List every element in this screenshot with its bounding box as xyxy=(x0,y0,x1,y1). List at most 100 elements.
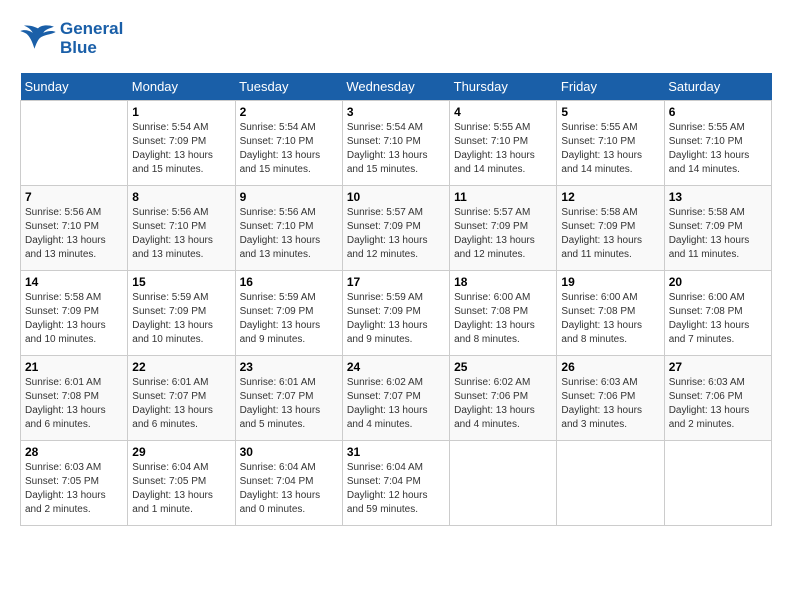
day-info: Sunrise: 5:54 AMSunset: 7:10 PMDaylight:… xyxy=(347,121,445,177)
day-info: Sunrise: 5:54 AMSunset: 7:10 PMDaylight:… xyxy=(240,121,338,177)
day-number: 27 xyxy=(669,360,767,374)
calendar-cell: 25 Sunrise: 6:02 AMSunset: 7:06 PMDaylig… xyxy=(450,356,557,441)
day-info: Sunrise: 6:02 AMSunset: 7:06 PMDaylight:… xyxy=(454,376,552,432)
day-number: 8 xyxy=(132,190,230,204)
weekday-header-row: SundayMondayTuesdayWednesdayThursdayFrid… xyxy=(21,73,772,101)
day-number: 5 xyxy=(561,105,659,119)
calendar-cell: 10 Sunrise: 5:57 AMSunset: 7:09 PMDaylig… xyxy=(342,186,449,271)
day-number: 1 xyxy=(132,105,230,119)
weekday-header-sunday: Sunday xyxy=(21,73,128,101)
weekday-header-tuesday: Tuesday xyxy=(235,73,342,101)
day-info: Sunrise: 5:56 AMSunset: 7:10 PMDaylight:… xyxy=(25,206,123,262)
day-number: 22 xyxy=(132,360,230,374)
calendar-cell: 22 Sunrise: 6:01 AMSunset: 7:07 PMDaylig… xyxy=(128,356,235,441)
day-info: Sunrise: 5:57 AMSunset: 7:09 PMDaylight:… xyxy=(454,206,552,262)
calendar-cell: 24 Sunrise: 6:02 AMSunset: 7:07 PMDaylig… xyxy=(342,356,449,441)
day-number: 25 xyxy=(454,360,552,374)
calendar-cell: 16 Sunrise: 5:59 AMSunset: 7:09 PMDaylig… xyxy=(235,271,342,356)
calendar-cell: 17 Sunrise: 5:59 AMSunset: 7:09 PMDaylig… xyxy=(342,271,449,356)
day-info: Sunrise: 5:59 AMSunset: 7:09 PMDaylight:… xyxy=(240,291,338,347)
calendar-cell: 23 Sunrise: 6:01 AMSunset: 7:07 PMDaylig… xyxy=(235,356,342,441)
day-number: 26 xyxy=(561,360,659,374)
calendar-cell: 14 Sunrise: 5:58 AMSunset: 7:09 PMDaylig… xyxy=(21,271,128,356)
week-row-4: 21 Sunrise: 6:01 AMSunset: 7:08 PMDaylig… xyxy=(21,356,772,441)
calendar-cell: 18 Sunrise: 6:00 AMSunset: 7:08 PMDaylig… xyxy=(450,271,557,356)
logo: General Blue xyxy=(20,20,123,57)
calendar-cell: 3 Sunrise: 5:54 AMSunset: 7:10 PMDayligh… xyxy=(342,101,449,186)
calendar-cell: 28 Sunrise: 6:03 AMSunset: 7:05 PMDaylig… xyxy=(21,441,128,526)
day-number: 16 xyxy=(240,275,338,289)
weekday-header-saturday: Saturday xyxy=(664,73,771,101)
page-header: General Blue xyxy=(20,20,772,57)
day-number: 23 xyxy=(240,360,338,374)
calendar-cell: 12 Sunrise: 5:58 AMSunset: 7:09 PMDaylig… xyxy=(557,186,664,271)
calendar-cell xyxy=(664,441,771,526)
week-row-5: 28 Sunrise: 6:03 AMSunset: 7:05 PMDaylig… xyxy=(21,441,772,526)
day-number: 3 xyxy=(347,105,445,119)
day-info: Sunrise: 5:55 AMSunset: 7:10 PMDaylight:… xyxy=(561,121,659,177)
day-number: 12 xyxy=(561,190,659,204)
day-info: Sunrise: 5:55 AMSunset: 7:10 PMDaylight:… xyxy=(669,121,767,177)
day-number: 31 xyxy=(347,445,445,459)
calendar-cell: 7 Sunrise: 5:56 AMSunset: 7:10 PMDayligh… xyxy=(21,186,128,271)
day-info: Sunrise: 5:59 AMSunset: 7:09 PMDaylight:… xyxy=(132,291,230,347)
weekday-header-thursday: Thursday xyxy=(450,73,557,101)
day-info: Sunrise: 6:02 AMSunset: 7:07 PMDaylight:… xyxy=(347,376,445,432)
day-number: 24 xyxy=(347,360,445,374)
day-number: 15 xyxy=(132,275,230,289)
day-number: 17 xyxy=(347,275,445,289)
day-info: Sunrise: 5:58 AMSunset: 7:09 PMDaylight:… xyxy=(561,206,659,262)
day-number: 30 xyxy=(240,445,338,459)
calendar-table: SundayMondayTuesdayWednesdayThursdayFrid… xyxy=(20,73,772,526)
weekday-header-monday: Monday xyxy=(128,73,235,101)
calendar-cell: 11 Sunrise: 5:57 AMSunset: 7:09 PMDaylig… xyxy=(450,186,557,271)
day-info: Sunrise: 6:01 AMSunset: 7:08 PMDaylight:… xyxy=(25,376,123,432)
calendar-cell: 8 Sunrise: 5:56 AMSunset: 7:10 PMDayligh… xyxy=(128,186,235,271)
day-info: Sunrise: 5:57 AMSunset: 7:09 PMDaylight:… xyxy=(347,206,445,262)
day-info: Sunrise: 6:00 AMSunset: 7:08 PMDaylight:… xyxy=(454,291,552,347)
calendar-cell: 4 Sunrise: 5:55 AMSunset: 7:10 PMDayligh… xyxy=(450,101,557,186)
day-info: Sunrise: 6:04 AMSunset: 7:04 PMDaylight:… xyxy=(240,461,338,517)
day-number: 10 xyxy=(347,190,445,204)
day-number: 21 xyxy=(25,360,123,374)
calendar-cell: 1 Sunrise: 5:54 AMSunset: 7:09 PMDayligh… xyxy=(128,101,235,186)
week-row-1: 1 Sunrise: 5:54 AMSunset: 7:09 PMDayligh… xyxy=(21,101,772,186)
day-number: 18 xyxy=(454,275,552,289)
day-info: Sunrise: 5:55 AMSunset: 7:10 PMDaylight:… xyxy=(454,121,552,177)
day-info: Sunrise: 6:03 AMSunset: 7:06 PMDaylight:… xyxy=(669,376,767,432)
day-number: 13 xyxy=(669,190,767,204)
calendar-cell xyxy=(450,441,557,526)
weekday-header-wednesday: Wednesday xyxy=(342,73,449,101)
calendar-cell: 21 Sunrise: 6:01 AMSunset: 7:08 PMDaylig… xyxy=(21,356,128,441)
day-number: 2 xyxy=(240,105,338,119)
day-info: Sunrise: 5:56 AMSunset: 7:10 PMDaylight:… xyxy=(240,206,338,262)
week-row-2: 7 Sunrise: 5:56 AMSunset: 7:10 PMDayligh… xyxy=(21,186,772,271)
logo-icon xyxy=(20,24,56,54)
day-info: Sunrise: 5:54 AMSunset: 7:09 PMDaylight:… xyxy=(132,121,230,177)
day-info: Sunrise: 6:03 AMSunset: 7:06 PMDaylight:… xyxy=(561,376,659,432)
calendar-cell: 27 Sunrise: 6:03 AMSunset: 7:06 PMDaylig… xyxy=(664,356,771,441)
calendar-cell: 19 Sunrise: 6:00 AMSunset: 7:08 PMDaylig… xyxy=(557,271,664,356)
day-info: Sunrise: 6:04 AMSunset: 7:04 PMDaylight:… xyxy=(347,461,445,517)
calendar-cell: 30 Sunrise: 6:04 AMSunset: 7:04 PMDaylig… xyxy=(235,441,342,526)
day-number: 14 xyxy=(25,275,123,289)
day-info: Sunrise: 6:00 AMSunset: 7:08 PMDaylight:… xyxy=(561,291,659,347)
calendar-cell: 26 Sunrise: 6:03 AMSunset: 7:06 PMDaylig… xyxy=(557,356,664,441)
calendar-cell: 29 Sunrise: 6:04 AMSunset: 7:05 PMDaylig… xyxy=(128,441,235,526)
day-info: Sunrise: 6:04 AMSunset: 7:05 PMDaylight:… xyxy=(132,461,230,517)
day-info: Sunrise: 6:00 AMSunset: 7:08 PMDaylight:… xyxy=(669,291,767,347)
day-number: 19 xyxy=(561,275,659,289)
week-row-3: 14 Sunrise: 5:58 AMSunset: 7:09 PMDaylig… xyxy=(21,271,772,356)
calendar-cell: 9 Sunrise: 5:56 AMSunset: 7:10 PMDayligh… xyxy=(235,186,342,271)
day-number: 28 xyxy=(25,445,123,459)
calendar-cell: 2 Sunrise: 5:54 AMSunset: 7:10 PMDayligh… xyxy=(235,101,342,186)
day-number: 11 xyxy=(454,190,552,204)
day-info: Sunrise: 5:59 AMSunset: 7:09 PMDaylight:… xyxy=(347,291,445,347)
day-info: Sunrise: 5:56 AMSunset: 7:10 PMDaylight:… xyxy=(132,206,230,262)
calendar-cell: 31 Sunrise: 6:04 AMSunset: 7:04 PMDaylig… xyxy=(342,441,449,526)
day-info: Sunrise: 6:01 AMSunset: 7:07 PMDaylight:… xyxy=(240,376,338,432)
day-number: 6 xyxy=(669,105,767,119)
day-number: 20 xyxy=(669,275,767,289)
weekday-header-friday: Friday xyxy=(557,73,664,101)
day-info: Sunrise: 6:01 AMSunset: 7:07 PMDaylight:… xyxy=(132,376,230,432)
